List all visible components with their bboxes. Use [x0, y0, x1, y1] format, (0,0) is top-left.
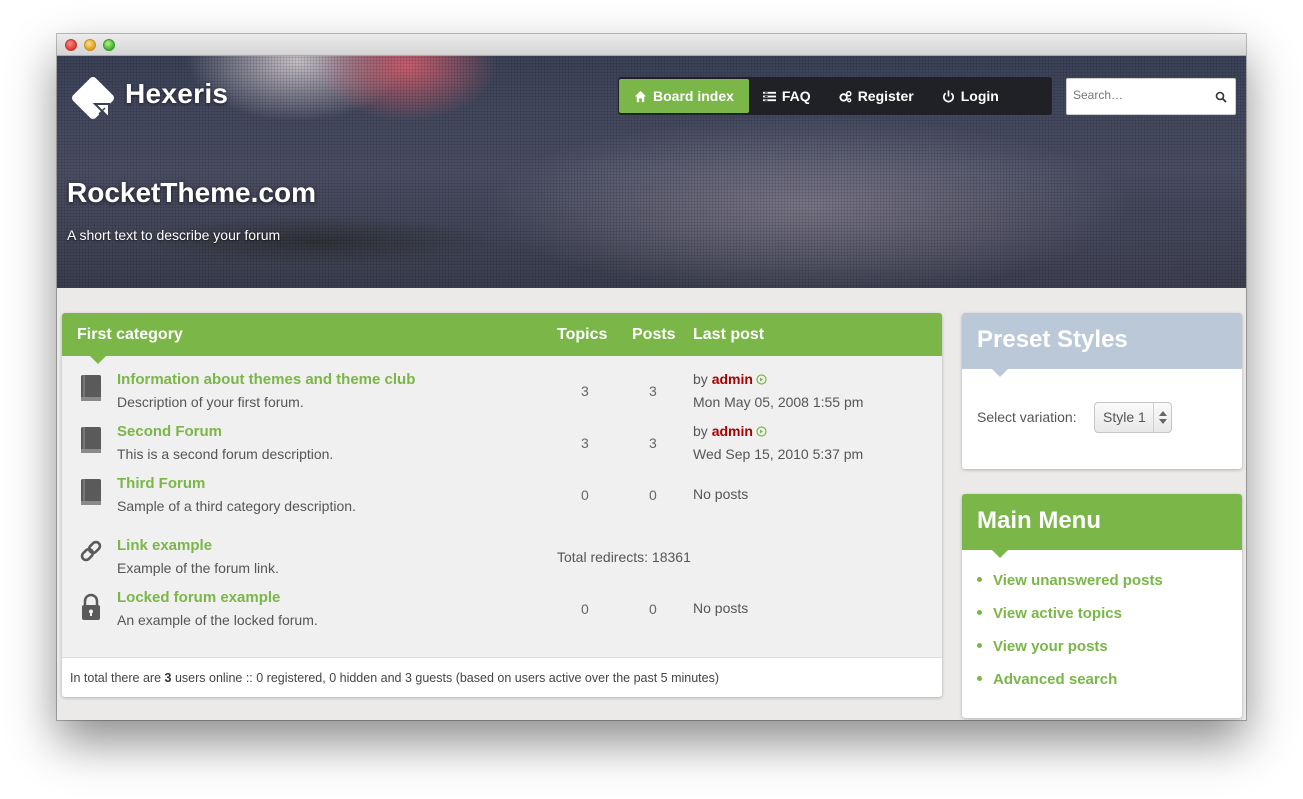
window-titlebar: [57, 34, 1246, 56]
posts-count: 3: [649, 435, 657, 451]
last-post-date: Mon May 05, 2008 1:55 pm: [693, 394, 864, 410]
zoom-window-button[interactable]: [103, 39, 115, 51]
updown-arrow-icon: [1159, 411, 1167, 424]
forum-description: An example of the locked forum.: [117, 612, 318, 628]
forum-description: Description of your first forum.: [117, 394, 304, 410]
select-arrows: [1153, 403, 1171, 432]
select-variation-label: Select variation:: [977, 409, 1077, 425]
minimize-window-button[interactable]: [84, 39, 96, 51]
search-box[interactable]: [1066, 78, 1236, 115]
posts-column-header: Posts: [632, 326, 676, 343]
main-menu-title: Main Menu: [962, 494, 1242, 558]
browser-window: Hexeris Board index FAQ Register Login S…: [57, 34, 1246, 720]
forum-title-link[interactable]: Information about themes and theme club: [117, 371, 415, 388]
posts-count: 0: [649, 487, 657, 503]
author-link[interactable]: admin: [712, 371, 753, 387]
power-icon: [942, 89, 954, 102]
bullet-icon: [977, 577, 982, 582]
menu-view-your-posts[interactable]: View your posts: [977, 638, 1163, 671]
no-posts-label: No posts: [693, 486, 749, 502]
nav-faq[interactable]: FAQ: [749, 79, 825, 113]
goto-post-icon[interactable]: [756, 374, 767, 385]
menu-view-active-topics[interactable]: View active topics: [977, 605, 1163, 638]
topics-count: 0: [581, 601, 589, 617]
by-label: by: [693, 423, 708, 439]
close-window-button[interactable]: [65, 39, 77, 51]
no-posts-label: No posts: [693, 600, 749, 616]
forum-title-link[interactable]: Second Forum: [117, 423, 222, 440]
nav-register-label: Register: [857, 88, 914, 104]
nav-login[interactable]: Login: [928, 79, 1013, 113]
book-icon: [81, 427, 101, 453]
forum-category-header: First category Topics Posts Last post: [62, 313, 942, 364]
bullet-icon: [977, 643, 982, 648]
forum-row: Third Forum Sample of a third category d…: [62, 475, 942, 527]
site-title: RocketTheme.com: [67, 177, 316, 208]
forum-row: Second Forum This is a second forum desc…: [62, 423, 942, 475]
home-icon: [634, 90, 647, 102]
style-variation-select[interactable]: Style 1: [1094, 402, 1172, 433]
online-suffix: users online :: 0 registered, 0 hidden a…: [174, 671, 720, 685]
online-count: 3: [164, 671, 172, 685]
nav-faq-label: FAQ: [781, 88, 811, 104]
lock-icon: [82, 593, 100, 620]
posts-count: 3: [649, 383, 657, 399]
forum-row: Information about themes and theme club …: [62, 371, 942, 423]
selected-style: Style 1: [1103, 409, 1146, 425]
topics-count: 0: [581, 487, 589, 503]
preset-styles-title: Preset Styles: [962, 313, 1242, 377]
main-nav: Board index FAQ Register Login: [618, 77, 1052, 115]
nav-board-index-label: Board index: [653, 88, 734, 104]
nav-register[interactable]: Register: [825, 79, 928, 113]
list-icon: [762, 91, 776, 101]
forum-row: Locked forum example An example of the l…: [62, 589, 942, 641]
goto-post-icon[interactable]: [756, 426, 767, 437]
search-input[interactable]: [1073, 88, 1213, 102]
category-title[interactable]: First category: [77, 326, 183, 344]
forum-description: Example of the forum link.: [117, 560, 279, 576]
site-description: A short text to describe your forum: [67, 227, 281, 243]
main-menu-panel: Main Menu View unanswered posts View act…: [962, 494, 1242, 718]
book-icon: [81, 375, 101, 401]
topics-count: 3: [581, 435, 589, 451]
nav-board-index[interactable]: Board index: [619, 79, 749, 113]
forum-category-table: First category Topics Posts Last post In…: [62, 313, 942, 697]
last-post-date: Wed Sep 15, 2010 5:37 pm: [693, 446, 864, 462]
menu-item-label: View your posts: [993, 638, 1108, 655]
site-header: Hexeris Board index FAQ Register Login S…: [57, 56, 1246, 288]
forum-description: Sample of a third category description.: [117, 498, 356, 514]
topics-count: 3: [581, 383, 589, 399]
menu-advanced-search[interactable]: Advanced search: [977, 671, 1163, 704]
menu-item-label: Advanced search: [993, 671, 1118, 688]
forum-row: Link example Example of the forum link. …: [62, 537, 942, 589]
book-icon: [81, 479, 101, 505]
bullet-icon: [977, 676, 982, 681]
main-menu-list: View unanswered posts View active topics…: [977, 572, 1163, 704]
last-post-column-header: Last post: [693, 326, 765, 343]
last-post-author-line: by admin: [693, 423, 767, 439]
nav-login-label: Login: [960, 88, 999, 104]
hexeris-logo-icon[interactable]: [69, 74, 117, 122]
posts-count: 0: [649, 601, 657, 617]
online-users-footer: In total there are 3 users online :: 0 r…: [62, 657, 942, 697]
brand-name[interactable]: Hexeris: [125, 78, 228, 110]
search-icon[interactable]: [1215, 91, 1227, 103]
preset-styles-panel: Preset Styles Select variation: Style 1: [962, 313, 1242, 469]
total-redirects: Total redirects: 18361: [557, 549, 691, 565]
menu-item-label: View active topics: [993, 605, 1122, 622]
menu-item-label: View unanswered posts: [993, 572, 1163, 589]
forum-description: This is a second forum description.: [117, 446, 334, 462]
author-link[interactable]: admin: [712, 423, 753, 439]
bullet-icon: [977, 610, 982, 615]
menu-view-unanswered-posts[interactable]: View unanswered posts: [977, 572, 1163, 605]
online-prefix: In total there are: [70, 671, 162, 685]
gears-icon: [839, 90, 852, 102]
topics-column-header: Topics: [557, 326, 608, 343]
link-icon: [80, 540, 102, 562]
last-post-author-line: by admin: [693, 371, 767, 387]
forum-title-link[interactable]: Locked forum example: [117, 589, 280, 606]
forum-title-link[interactable]: Link example: [117, 537, 212, 554]
by-label: by: [693, 371, 708, 387]
forum-title-link[interactable]: Third Forum: [117, 475, 205, 492]
